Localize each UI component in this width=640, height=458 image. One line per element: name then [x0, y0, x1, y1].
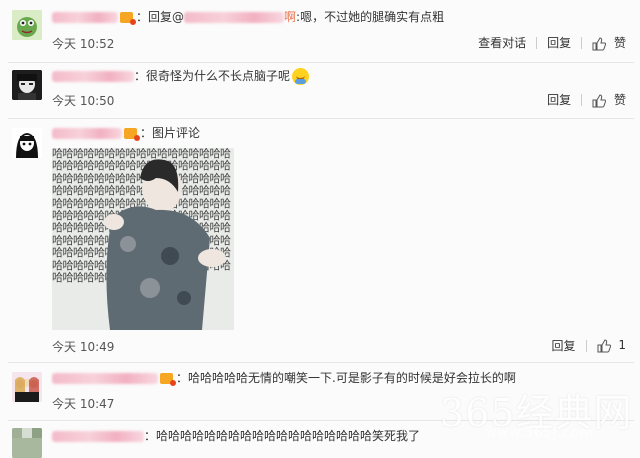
- username[interactable]: [52, 12, 118, 23]
- comment-text: :嗯，不过她的腿确实有点粗: [296, 10, 445, 24]
- site-watermark-url: www.365J.com: [486, 426, 594, 441]
- thumbs-up-icon: [592, 93, 607, 107]
- reply-button[interactable]: 回复: [547, 91, 571, 108]
- comment-actions: 回复 1: [552, 337, 626, 354]
- thumbs-up-icon: [592, 36, 607, 50]
- like-label: 赞: [613, 36, 626, 50]
- emoji-icon: [292, 68, 310, 85]
- mention-suffix: 啊: [284, 10, 297, 24]
- group-photo-avatar-icon: [12, 372, 42, 402]
- separator: [581, 36, 583, 49]
- comment-1: ：回复@ 啊:嗯，不过她的腿确实有点粗 今天 10:52 查看对话 回复 赞: [0, 0, 640, 62]
- anime-girl-avatar-icon: [12, 128, 42, 158]
- timestamp: 今天 10:49: [52, 340, 115, 354]
- comment-text: ：图片评论: [140, 126, 201, 140]
- comment-text: ：哈哈哈哈哈哈哈哈哈哈哈哈哈哈哈哈哈哈笑死我了: [144, 429, 421, 443]
- username[interactable]: [52, 431, 144, 442]
- avatar[interactable]: [12, 372, 42, 402]
- avatar[interactable]: [12, 428, 42, 458]
- avatar[interactable]: [12, 128, 42, 158]
- like-count: 1: [618, 338, 626, 353]
- comment-body: ：图片评论: [52, 125, 200, 141]
- reply-button[interactable]: 回复: [552, 337, 576, 354]
- timestamp: 今天 10:52: [52, 37, 115, 51]
- avatar[interactable]: [12, 10, 42, 40]
- mentioned-username[interactable]: [184, 12, 285, 23]
- vip-badge-icon: [124, 128, 140, 141]
- like-label: 赞: [613, 93, 626, 107]
- reply-button[interactable]: 回复: [547, 34, 571, 51]
- like-button[interactable]: 1: [597, 338, 626, 353]
- comment-actions: 查看对话 回复 赞: [478, 34, 626, 51]
- timestamp: 今天 10:50: [52, 94, 115, 108]
- comment-image[interactable]: 哈哈哈哈哈哈哈哈哈哈哈哈哈哈哈哈哈哈哈哈哈哈哈哈哈哈哈哈哈哈哈哈哈哈哈哈哈哈哈哈…: [52, 148, 234, 330]
- avatar[interactable]: [12, 70, 42, 100]
- view-conversation-link[interactable]: 查看对话: [478, 34, 526, 51]
- comment-body: ：回复@ 啊:嗯，不过她的腿确实有点粗: [52, 9, 444, 25]
- like-button[interactable]: 赞: [592, 91, 626, 108]
- reply-prefix: ：回复@: [136, 10, 185, 24]
- like-button[interactable]: 赞: [592, 34, 626, 51]
- comment-actions: 回复 赞: [547, 91, 626, 108]
- separator: [585, 339, 587, 352]
- username[interactable]: [52, 373, 158, 384]
- thumbs-up-icon: [597, 339, 611, 353]
- frog-avatar-icon: [12, 10, 42, 40]
- comment-body: ：很奇怪为什么不长点脑子呢: [52, 68, 310, 85]
- username[interactable]: [52, 71, 134, 82]
- person-photo-icon: [104, 159, 226, 330]
- separator: [536, 36, 538, 49]
- vip-badge-icon: [160, 373, 176, 386]
- comment-body: ：哈哈哈哈哈哈哈哈哈哈哈哈哈哈哈哈哈哈笑死我了: [52, 428, 420, 444]
- separator: [581, 93, 583, 106]
- landscape-avatar-icon: [12, 428, 42, 458]
- comment-text: ：很奇怪为什么不长点脑子呢: [134, 69, 291, 83]
- username[interactable]: [52, 128, 122, 139]
- timestamp: 今天 10:47: [52, 397, 115, 411]
- comment-2: ：很奇怪为什么不长点脑子呢 今天 10:50 回复 赞: [0, 62, 640, 118]
- vip-badge-icon: [120, 12, 136, 25]
- dark-avatar-icon: [12, 70, 42, 100]
